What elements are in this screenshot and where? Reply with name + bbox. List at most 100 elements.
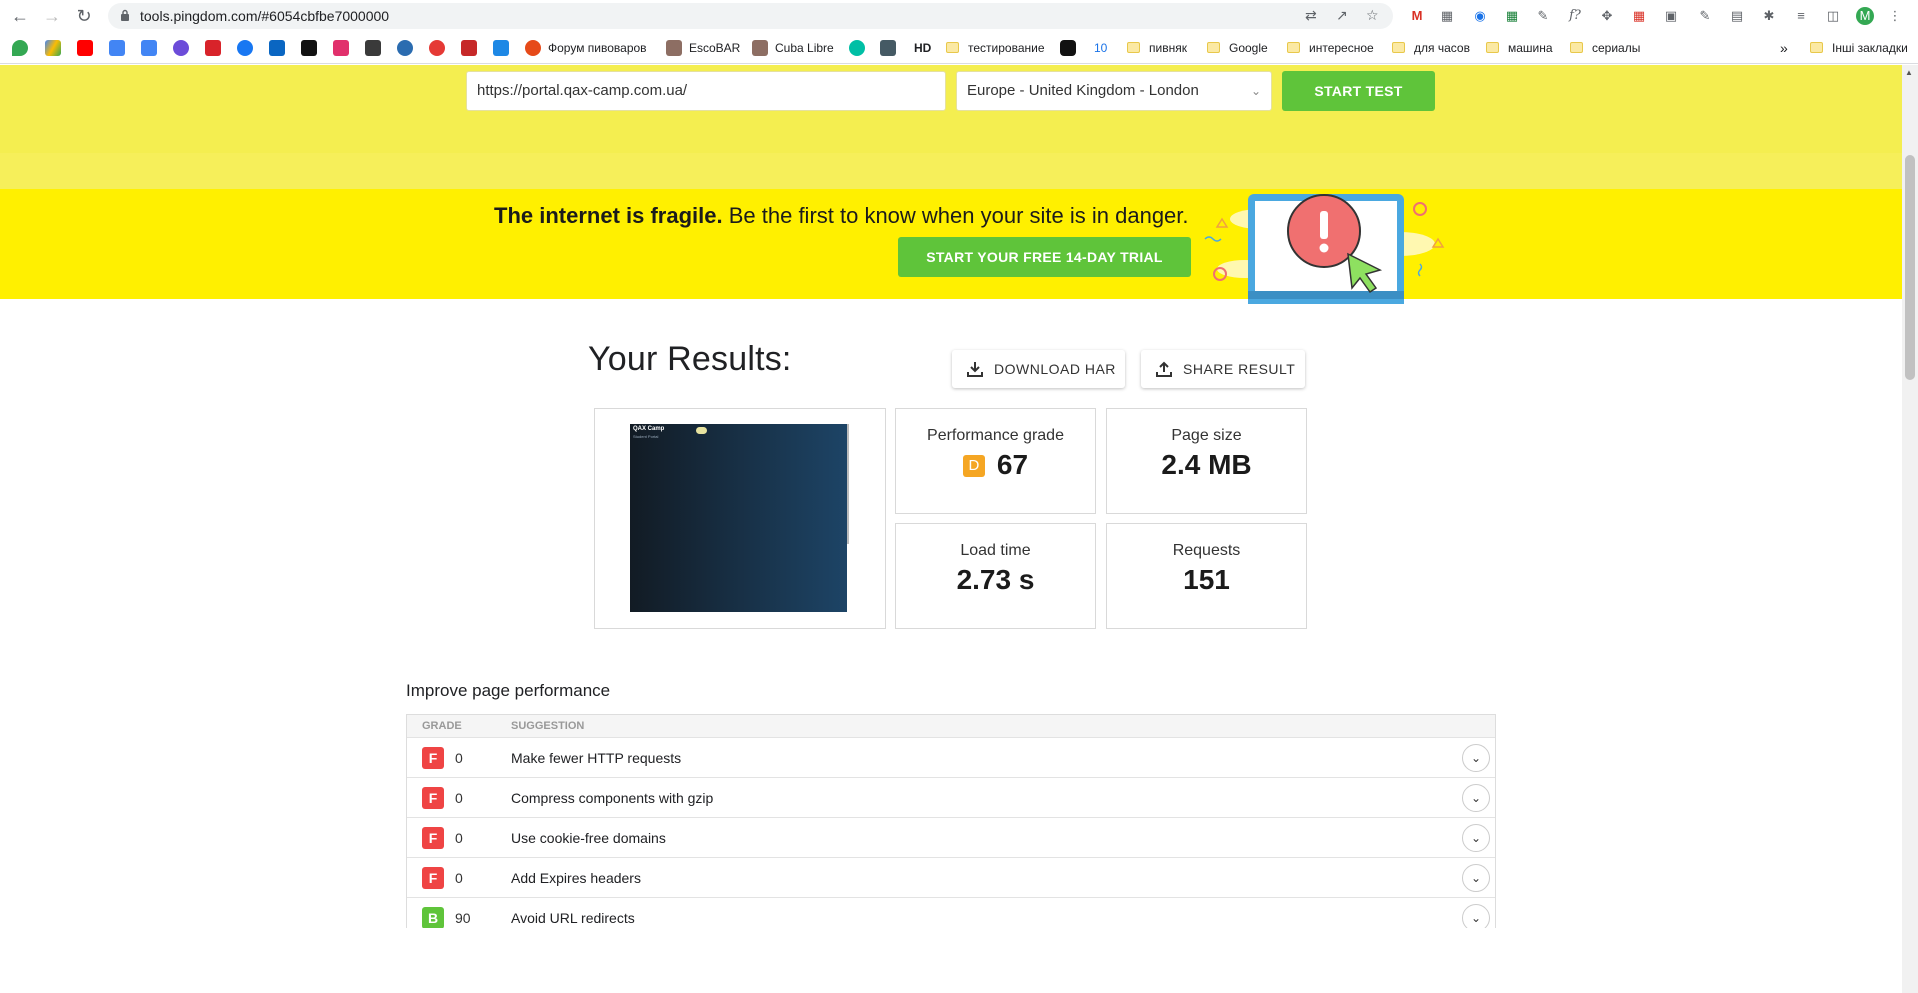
upload-icon: [1156, 361, 1172, 377]
escobar-icon[interactable]: [666, 40, 682, 56]
back-arrow-icon[interactable]: ←: [8, 4, 32, 28]
maps-icon[interactable]: [12, 40, 28, 56]
table-row[interactable]: F 0 Compress components with gzip ⌄: [407, 778, 1495, 818]
bookmark-hd[interactable]: HD: [914, 40, 931, 56]
table-row[interactable]: B 90 Avoid URL redirects ⌄: [407, 898, 1495, 928]
extension-function-icon[interactable]: f?: [1566, 7, 1584, 25]
start-test-button[interactable]: START TEST: [1282, 71, 1435, 111]
url-input[interactable]: https://portal.qax-camp.com.ua/: [466, 71, 946, 111]
bookmark-10[interactable]: 10: [1094, 40, 1107, 56]
grade-score: 0: [455, 870, 463, 886]
grade-badge: D: [962, 455, 985, 477]
bookmark-watches[interactable]: для часов: [1392, 40, 1470, 56]
k-icon[interactable]: [461, 40, 477, 56]
page-content: https://portal.qax-camp.com.ua/ Europe -…: [0, 65, 1902, 993]
forward-arrow-icon[interactable]: →: [40, 4, 64, 28]
profile-avatar[interactable]: M: [1856, 7, 1874, 25]
bookmark-forum[interactable]: Форум пивоваров: [548, 40, 647, 56]
side-panel-icon[interactable]: ◫: [1824, 7, 1842, 25]
load-time-card: Load time 2.73 s: [895, 523, 1096, 629]
extension-calendar-icon[interactable]: ▦: [1630, 7, 1648, 25]
extension-move-icon[interactable]: ✥: [1598, 7, 1616, 25]
flame-icon[interactable]: [525, 40, 541, 56]
grade-score: 67: [996, 449, 1029, 480]
extension-cloud-icon[interactable]: ◉: [1471, 7, 1489, 25]
linkedin-icon[interactable]: [269, 40, 285, 56]
other-bookmarks[interactable]: Інші закладки: [1810, 40, 1908, 56]
grade-badge: F: [422, 747, 444, 769]
folder-icon: [1207, 42, 1220, 53]
folder-icon: [1392, 42, 1405, 53]
calendar-icon[interactable]: [109, 40, 125, 56]
gmail-icon[interactable]: M: [1408, 7, 1426, 25]
bookmark-interesting[interactable]: интересное: [1287, 40, 1374, 56]
translate-icon[interactable]: ⇄: [1305, 7, 1317, 24]
page-size-card: Page size 2.4 MB: [1106, 408, 1307, 514]
page-size-label: Page size: [1171, 427, 1242, 444]
dark-app-icon[interactable]: [1060, 40, 1076, 56]
olx-icon[interactable]: [849, 40, 865, 56]
flower-icon[interactable]: [429, 40, 445, 56]
region-select[interactable]: Europe - United Kingdom - London ⌄: [956, 71, 1272, 111]
chevron-down-icon[interactable]: ⌄: [1462, 824, 1490, 852]
extension-ruler-icon[interactable]: ✎: [1534, 7, 1552, 25]
bookmark-series[interactable]: сериалы: [1570, 40, 1640, 56]
download-har-button[interactable]: DOWNLOAD HAR: [952, 350, 1125, 388]
chevron-down-icon: ⌄: [1250, 84, 1261, 98]
translate-bm-icon[interactable]: [141, 40, 157, 56]
bookmark-testing[interactable]: тестирование: [946, 40, 1045, 56]
bookmark-pivnyak[interactable]: пивняк: [1127, 40, 1187, 56]
drive-icon[interactable]: [45, 40, 61, 56]
bookmark-google[interactable]: Google: [1207, 40, 1268, 56]
table-row[interactable]: F 0 Use cookie-free domains ⌄: [407, 818, 1495, 858]
chevron-down-icon[interactable]: ⌄: [1462, 864, 1490, 892]
extension-screenshot-icon[interactable]: ▣: [1662, 7, 1680, 25]
dj-icon[interactable]: [173, 40, 189, 56]
extension-icon[interactable]: ▦: [1438, 7, 1456, 25]
more-bookmarks-chevron-icon[interactable]: »: [1780, 40, 1788, 56]
cubalibre-icon[interactable]: [752, 40, 768, 56]
media-icon[interactable]: [880, 40, 896, 56]
scroll-up-arrow-icon[interactable]: ▲: [1905, 68, 1913, 77]
d-icon[interactable]: [205, 40, 221, 56]
grade-score: 0: [455, 750, 463, 766]
address-bar[interactable]: tools.pingdom.com/#6054cbfbe7000000 ⇄ ↗ …: [108, 3, 1393, 29]
menu-dots-icon[interactable]: ⋮: [1886, 7, 1904, 25]
improve-performance-title: Improve page performance: [406, 681, 611, 700]
bookmark-car[interactable]: машина: [1486, 40, 1553, 56]
share-result-button[interactable]: SHARE RESULT: [1141, 350, 1305, 388]
screenshot-toggle: [696, 427, 707, 434]
bookmark-cubalibre[interactable]: Cuba Libre: [775, 40, 834, 56]
bookmark-star-icon[interactable]: ☆: [1366, 7, 1379, 24]
dou-icon[interactable]: [301, 40, 317, 56]
suggestion-text: Add Expires headers: [511, 870, 641, 886]
extension-off-icon[interactable]: ▤: [1728, 7, 1746, 25]
table-row[interactable]: F 0 Add Expires headers ⌄: [407, 858, 1495, 898]
reload-icon[interactable]: ↻: [72, 4, 96, 28]
facebook-icon[interactable]: [237, 40, 253, 56]
reading-list-icon[interactable]: ≡: [1792, 7, 1810, 25]
table-row[interactable]: F 0 Make fewer HTTP requests ⌄: [407, 738, 1495, 778]
chevron-down-icon[interactable]: ⌄: [1462, 784, 1490, 812]
performance-grade-card: Performance grade D 67: [895, 408, 1096, 514]
pen-icon[interactable]: [493, 40, 509, 56]
chevron-down-icon[interactable]: ⌄: [1462, 904, 1490, 928]
lock-icon: [121, 9, 129, 21]
page-scrollbar-thumb[interactable]: [1905, 155, 1915, 380]
extensions-puzzle-icon[interactable]: ✱: [1760, 7, 1778, 25]
extension-eyedropper-icon[interactable]: ✎: [1696, 7, 1714, 25]
instagram-icon[interactable]: [333, 40, 349, 56]
butterfly-icon[interactable]: [397, 40, 413, 56]
youtube-icon[interactable]: [77, 40, 93, 56]
bookmark-label: интересное: [1309, 41, 1374, 55]
folder-icon: [1127, 42, 1140, 53]
chevron-down-icon[interactable]: ⌄: [1462, 744, 1490, 772]
share-icon[interactable]: ↗: [1336, 7, 1348, 24]
extension-sheet-icon[interactable]: ▦: [1503, 7, 1521, 25]
bookmark-escobar[interactable]: EscoBAR: [689, 40, 740, 56]
free-trial-button[interactable]: START YOUR FREE 14-DAY TRIAL: [898, 237, 1191, 277]
browser-toolbar: ← → ↻ tools.pingdom.com/#6054cbfbe700000…: [0, 0, 1918, 32]
suggestion-text: Avoid URL redirects: [511, 910, 635, 926]
h-icon[interactable]: [365, 40, 381, 56]
requests-value: 151: [1183, 564, 1230, 595]
